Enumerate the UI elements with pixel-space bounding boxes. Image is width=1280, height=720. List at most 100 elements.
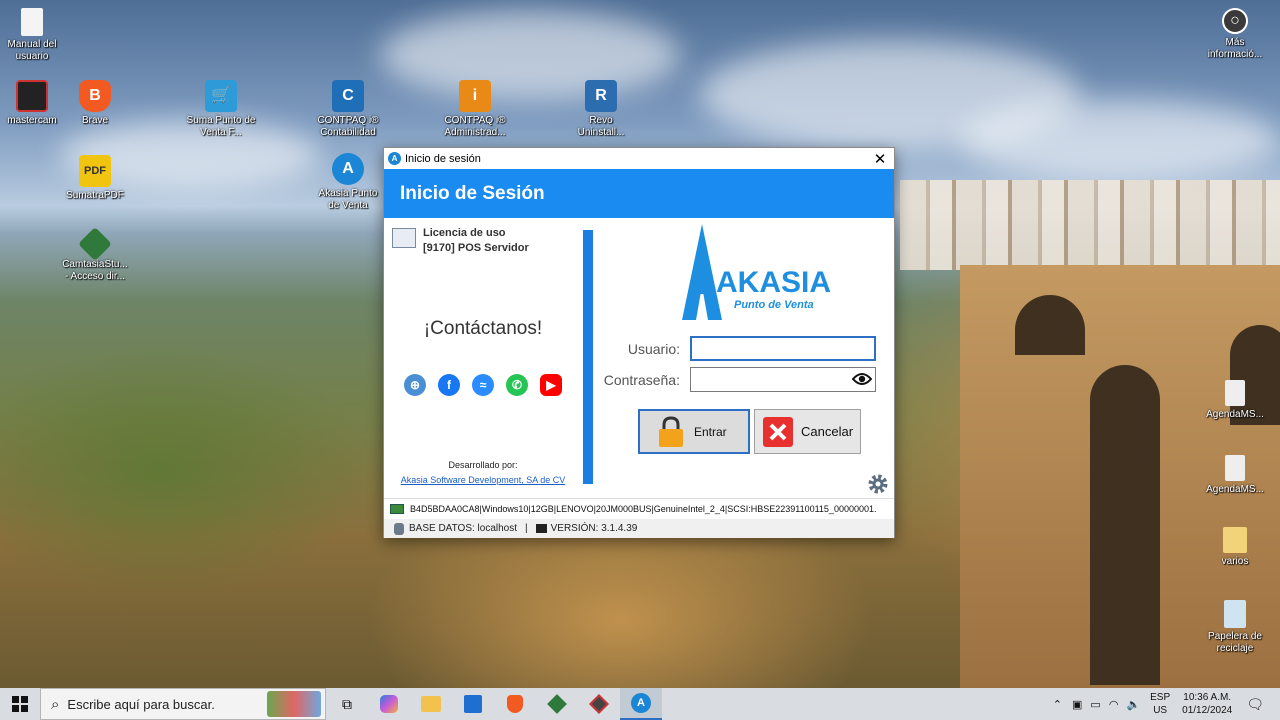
desktop-icon-varios[interactable]: varios <box>1200 527 1270 568</box>
login-window: A Inicio de sesión ✕ Inicio de Sesión Li… <box>383 147 895 538</box>
desktop-icon-agenda-2[interactable]: AgendaMS... <box>1200 455 1270 496</box>
whatsapp-icon[interactable]: ✆ <box>506 374 528 396</box>
desktop-icon-more-info[interactable]: ○ Más informació... <box>1200 8 1270 61</box>
desktop-icon-label: Revo Uninstall... <box>577 115 625 138</box>
lock-icon <box>659 415 683 447</box>
search-placeholder: Escribe aquí para buscar. <box>67 696 215 712</box>
desktop-icon-contpaq-admin[interactable]: i CONTPAQ i® Administrad... <box>440 80 510 139</box>
language-top: ESP <box>1150 692 1171 703</box>
desktop-icon-manual[interactable]: Manual del usuario <box>0 8 67 63</box>
cart-shield-icon: 🛒 <box>205 80 237 112</box>
clock-time: 10:36 A.M. <box>1183 692 1232 703</box>
settings-gear-icon[interactable] <box>867 473 889 495</box>
battery-icon[interactable]: ▭ <box>1090 698 1100 711</box>
language-indicator[interactable]: ESP US <box>1150 691 1170 717</box>
password-field[interactable] <box>690 367 876 392</box>
close-x-icon <box>763 416 793 447</box>
status-bar: BASE DATOS: localhost | VERSIÓN: 3.1.4.3… <box>384 519 894 538</box>
search-highlight-image <box>267 691 321 717</box>
desktop-icon-agenda-1[interactable]: AgendaMS... <box>1200 380 1270 421</box>
desktop-icon-label: Más informació... <box>1207 37 1263 60</box>
show-password-icon[interactable] <box>852 372 872 386</box>
username-input[interactable] <box>692 338 874 359</box>
folder-icon <box>1223 527 1247 553</box>
taskbar-camtasia[interactable] <box>536 688 578 720</box>
license-label: Licencia de uso <box>423 227 506 239</box>
taskbar-brave[interactable] <box>494 688 536 720</box>
taskbar-search[interactable]: ⌕ Escribe aquí para buscar. <box>40 688 326 720</box>
desktop-icon-recycle-bin[interactable]: Papelera de reciclaje <box>1200 600 1270 655</box>
cancel-button-label: Cancelar <box>801 424 854 439</box>
desktop-icon-label: AgendaMS... <box>1206 409 1264 420</box>
window-titlebar[interactable]: A Inicio de sesión ✕ <box>384 148 894 169</box>
youtube-icon[interactable]: ▶ <box>540 374 562 396</box>
mastercam-icon <box>16 80 48 112</box>
desktop-icon-label: Akasia Punto de Venta <box>318 188 378 211</box>
facebook-icon[interactable]: f <box>438 374 460 396</box>
clock[interactable]: 10:36 A.M. 01/12/2024 <box>1182 691 1232 717</box>
password-input[interactable] <box>691 368 875 391</box>
info-icon: ○ <box>1222 8 1248 34</box>
desktop-icon-contpaq-contabilidad[interactable]: C CONTPAQ i® Contabilidad <box>313 80 383 139</box>
password-label: Contraseña: <box>603 372 680 388</box>
mastercam-icon <box>589 694 609 714</box>
desktop-icon-revo[interactable]: R Revo Uninstall... <box>566 80 636 139</box>
desktop-icon-label: AgendaMS... <box>1206 484 1264 495</box>
contpaq-admin-icon: i <box>459 80 491 112</box>
desktop-icon-label: mastercam <box>7 115 57 126</box>
file-icon <box>1225 380 1245 406</box>
license-value: [9170] POS Servidor <box>423 242 529 254</box>
desktop-icon-label: CamtasiaStu... - Acceso dir... <box>62 259 128 282</box>
enter-button-label: Entrar <box>694 424 727 439</box>
enter-button[interactable]: Entrar <box>638 409 750 454</box>
pane-divider <box>583 230 593 484</box>
contpaq-icon: C <box>332 80 364 112</box>
desktop-icon-label: varios <box>1221 556 1249 567</box>
taskbar-file-explorer[interactable] <box>410 688 452 720</box>
brave-icon <box>507 695 523 713</box>
akasia-logo: AKASIA Punto de Venta <box>682 224 830 320</box>
task-view-button[interactable]: ⧉ <box>326 688 368 720</box>
camtasia-icon <box>547 694 567 714</box>
desktop-icon-camtasia[interactable]: CamtasiaStu... - Acceso dir... <box>60 227 130 283</box>
taskbar-mastercam[interactable] <box>578 688 620 720</box>
desktop-icon-akasia[interactable]: A Akasia Punto de Venta <box>313 153 383 212</box>
messenger-icon[interactable]: ≈ <box>472 374 494 396</box>
akasia-icon: A <box>332 153 364 185</box>
desktop-icon-sumatrapdf[interactable]: PDF SumatraPDF <box>60 155 130 202</box>
taskbar-store[interactable] <box>452 688 494 720</box>
speaker-icon[interactable]: 🔈 <box>1126 698 1140 711</box>
notifications-icon[interactable]: 🗨 <box>1246 696 1264 713</box>
taskbar-akasia[interactable]: A <box>620 688 662 720</box>
akasia-app-icon: A <box>388 152 401 165</box>
revo-icon: R <box>585 80 617 112</box>
chevron-up-icon[interactable]: ⌃ <box>1053 698 1062 711</box>
recycle-bin-icon <box>1224 600 1246 628</box>
logo-name: AKASIA <box>716 266 830 299</box>
developed-by-label: Desarrollado por: <box>448 460 518 470</box>
desktop-icon-label: CONTPAQ i® Administrad... <box>444 115 506 138</box>
network-device-icon[interactable]: ▣ <box>1072 698 1082 711</box>
desktop-icon-suma-punto-venta[interactable]: 🛒 Suma Punto de Venta F... <box>186 80 256 139</box>
search-icon: ⌕ <box>51 695 60 713</box>
db-status: BASE DATOS: localhost <box>409 523 518 534</box>
globe-icon[interactable]: ⊕ <box>404 374 426 396</box>
windows-icon <box>12 696 28 712</box>
developer-link[interactable]: Akasia Software Development, SA de CV <box>401 475 566 485</box>
contact-heading: ¡Contáctanos! <box>423 318 543 339</box>
desktop-icon-label: Manual del usuario <box>7 39 57 62</box>
wifi-icon[interactable]: ◠ <box>1109 698 1119 711</box>
desktop-icon-label: Brave <box>81 115 109 126</box>
status-separator: | <box>525 523 528 534</box>
desktop-icon-brave[interactable]: B Brave <box>60 80 130 127</box>
username-field[interactable] <box>690 336 876 361</box>
close-button[interactable]: ✕ <box>866 148 894 169</box>
start-button[interactable] <box>0 688 40 720</box>
desktop-icon-mastercam[interactable]: mastercam <box>0 80 67 127</box>
language-bottom: US <box>1153 705 1168 716</box>
taskbar-copilot[interactable] <box>368 688 410 720</box>
hardware-info-bar: B4D5BDAA0CA8|Windows10|12GB|LENOVO|20JM0… <box>384 498 894 518</box>
hardware-info: B4D5BDAA0CA8|Windows10|12GB|LENOVO|20JM0… <box>410 503 877 514</box>
town-buildings <box>900 180 1280 270</box>
cancel-button[interactable]: Cancelar <box>754 409 861 454</box>
